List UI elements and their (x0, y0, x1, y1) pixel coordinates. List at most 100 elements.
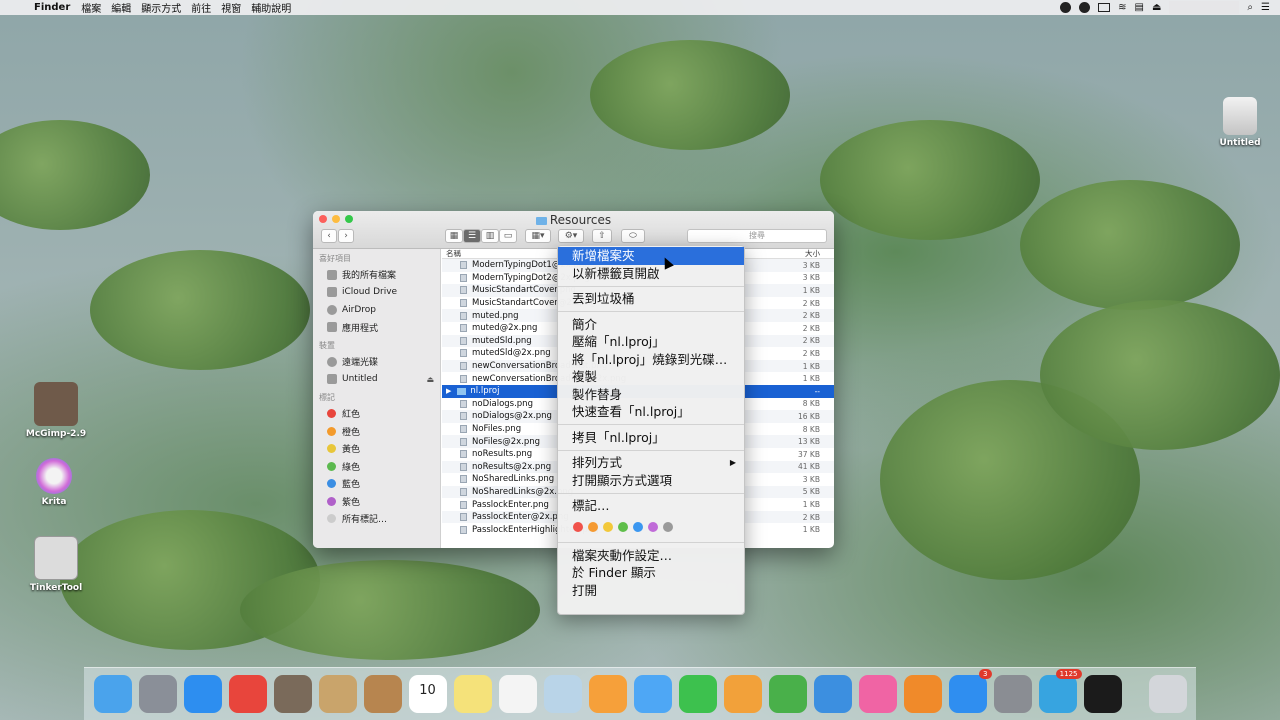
icon-view-button[interactable]: ▦ (445, 229, 463, 243)
input-source-flag-icon[interactable]: ▤ (1135, 2, 1144, 13)
context-menu-item[interactable]: 新增檔案夾 (558, 247, 744, 265)
context-menu-item[interactable]: 以新標籤頁開啟 (558, 265, 744, 283)
terminal-icon[interactable] (1083, 675, 1122, 713)
arrange-button[interactable]: ▦▾ (525, 229, 551, 243)
mail-icon[interactable] (318, 675, 357, 713)
preview-icon[interactable] (543, 675, 582, 713)
sidebar-item-all-files[interactable]: 我的所有檔案 (313, 266, 440, 284)
context-menu-item[interactable]: 複製 (558, 368, 744, 386)
context-menu-item[interactable]: 壓縮「nl.lproj」 (558, 333, 744, 351)
context-menu-item[interactable]: 將「nl.lproj」燒錄到光碟… (558, 351, 744, 369)
trash-icon[interactable] (1149, 675, 1187, 713)
launchpad-icon[interactable] (138, 675, 177, 713)
numbers-icon[interactable] (768, 675, 807, 713)
tag-color-swatch[interactable] (603, 521, 613, 532)
reminders-icon[interactable] (498, 675, 537, 713)
context-menu-item[interactable]: 打開 (558, 582, 744, 600)
sidebar-tag-blue[interactable]: 藍色 (313, 475, 440, 493)
context-menu-item[interactable]: 丟到垃圾桶 (558, 290, 744, 308)
desktop-icon-untitled[interactable]: Untitled (1205, 97, 1275, 148)
tag-color-swatch[interactable] (618, 521, 628, 532)
eject-icon[interactable]: ⏏ (426, 375, 434, 384)
back-button[interactable]: ‹ (321, 229, 337, 243)
menu-view[interactable]: 顯示方式 (136, 0, 186, 15)
context-menu-item[interactable]: 簡介 (558, 316, 744, 334)
menu-item-label: 製作替身 (572, 386, 623, 402)
desktop-icon-mcgimp[interactable]: McGimp-2.9 (21, 382, 91, 439)
action-gear-button[interactable]: ⚙▾ (558, 229, 584, 243)
eject-icon[interactable]: ⏏ (1152, 2, 1161, 13)
contacts-icon[interactable] (363, 675, 402, 713)
column-view-button[interactable]: ▥ (481, 229, 499, 243)
menu-file[interactable]: 檔案 (76, 0, 106, 15)
menu-window[interactable]: 視窗 (216, 0, 246, 15)
finder-icon[interactable] (93, 675, 132, 713)
context-menu-item[interactable]: 製作替身 (558, 386, 744, 404)
column-name-header[interactable]: 名稱 (446, 248, 461, 259)
tag-color-swatch[interactable] (573, 521, 583, 532)
context-menu-item[interactable]: 快速查看「nl.lproj」 (558, 403, 744, 421)
sidebar-tag-green[interactable]: 綠色 (313, 458, 440, 476)
context-menu-item[interactable]: 檔案夾動作設定… (558, 547, 744, 565)
desktop-icon-tinkertool[interactable]: TinkerTool (21, 536, 91, 593)
facetime-icon[interactable] (678, 675, 717, 713)
share-button[interactable]: ⇧ (592, 229, 612, 243)
sidebar-item-airdrop[interactable]: AirDrop (313, 301, 440, 319)
notification-center-icon[interactable]: ☰ (1261, 2, 1270, 13)
cover-flow-button[interactable]: ▭ (499, 229, 517, 243)
sidebar-item-icloud[interactable]: iCloud Drive (313, 284, 440, 302)
menu-clock-area[interactable] (1169, 1, 1240, 14)
messages-icon[interactable] (633, 675, 672, 713)
context-menu-item[interactable]: 於 Finder 顯示 (558, 564, 744, 582)
context-menu-item[interactable]: 標記… (558, 497, 744, 515)
tag-button[interactable]: ⬭ (621, 229, 645, 243)
keynote-icon[interactable] (813, 675, 852, 713)
itunes-icon[interactable] (858, 675, 897, 713)
file-icon (460, 374, 467, 383)
all-files-icon (327, 269, 337, 280)
menu-go[interactable]: 前往 (186, 0, 216, 15)
gimp-icon[interactable] (273, 675, 312, 713)
calendar-icon[interactable]: 10 (408, 675, 447, 713)
tag-color-swatch[interactable] (588, 521, 598, 532)
safari-icon[interactable] (183, 675, 222, 713)
disclosure-triangle-icon[interactable]: ▶ (446, 387, 451, 395)
context-menu-item[interactable]: 排列方式 ▶ (558, 454, 744, 472)
wifi-icon[interactable]: ≋ (1118, 2, 1126, 13)
chrome-icon[interactable] (228, 675, 267, 713)
pages-icon[interactable] (723, 675, 762, 713)
sidebar-tag-red[interactable]: 紅色 (313, 405, 440, 423)
context-menu-item[interactable]: 打開顯示方式選項 (558, 472, 744, 490)
airplay-icon[interactable] (1098, 3, 1111, 12)
notes-icon[interactable] (453, 675, 492, 713)
photos-icon[interactable] (588, 675, 627, 713)
sidebar-item-remote-disc[interactable]: 遠端光碟 (313, 353, 440, 371)
menu-app-name[interactable]: Finder (30, 2, 76, 13)
status-app-icon[interactable] (1079, 2, 1091, 13)
tag-color-swatch[interactable] (633, 521, 643, 532)
file-size: 2 KB (802, 348, 820, 358)
sidebar-tag-orange[interactable]: 橙色 (313, 423, 440, 441)
tag-color-swatch[interactable] (648, 521, 658, 532)
system-preferences-icon[interactable] (993, 675, 1032, 713)
column-size-header[interactable]: 大小 (805, 248, 820, 259)
sidebar-all-tags[interactable]: 所有標記… (313, 510, 440, 528)
telegram-icon[interactable]: 1125 (1038, 669, 1082, 713)
ibooks-icon[interactable] (903, 675, 942, 713)
tag-color-swatch[interactable] (663, 521, 673, 532)
desktop-icon-krita[interactable]: Krita (19, 458, 89, 507)
context-menu-item[interactable]: 拷貝「nl.lproj」 (558, 429, 744, 447)
menu-edit[interactable]: 編輯 (106, 0, 136, 15)
list-view-button[interactable]: ☰ (463, 229, 481, 243)
status-app-icon[interactable] (1060, 2, 1072, 13)
sidebar-tag-purple[interactable]: 紫色 (313, 493, 440, 511)
forward-button[interactable]: › (338, 229, 354, 243)
search-input[interactable]: 搜尋 (687, 229, 827, 243)
spotlight-icon[interactable]: ⌕ (1247, 2, 1253, 13)
menu-help[interactable]: 輔助說明 (246, 0, 296, 15)
app-store-icon[interactable]: 3 (948, 669, 992, 713)
file-size: 2 KB (802, 311, 820, 321)
sidebar-tag-yellow[interactable]: 黃色 (313, 440, 440, 458)
sidebar-item-untitled[interactable]: Untitled ⏏ (313, 371, 440, 389)
sidebar-item-applications[interactable]: 應用程式 (313, 319, 440, 337)
